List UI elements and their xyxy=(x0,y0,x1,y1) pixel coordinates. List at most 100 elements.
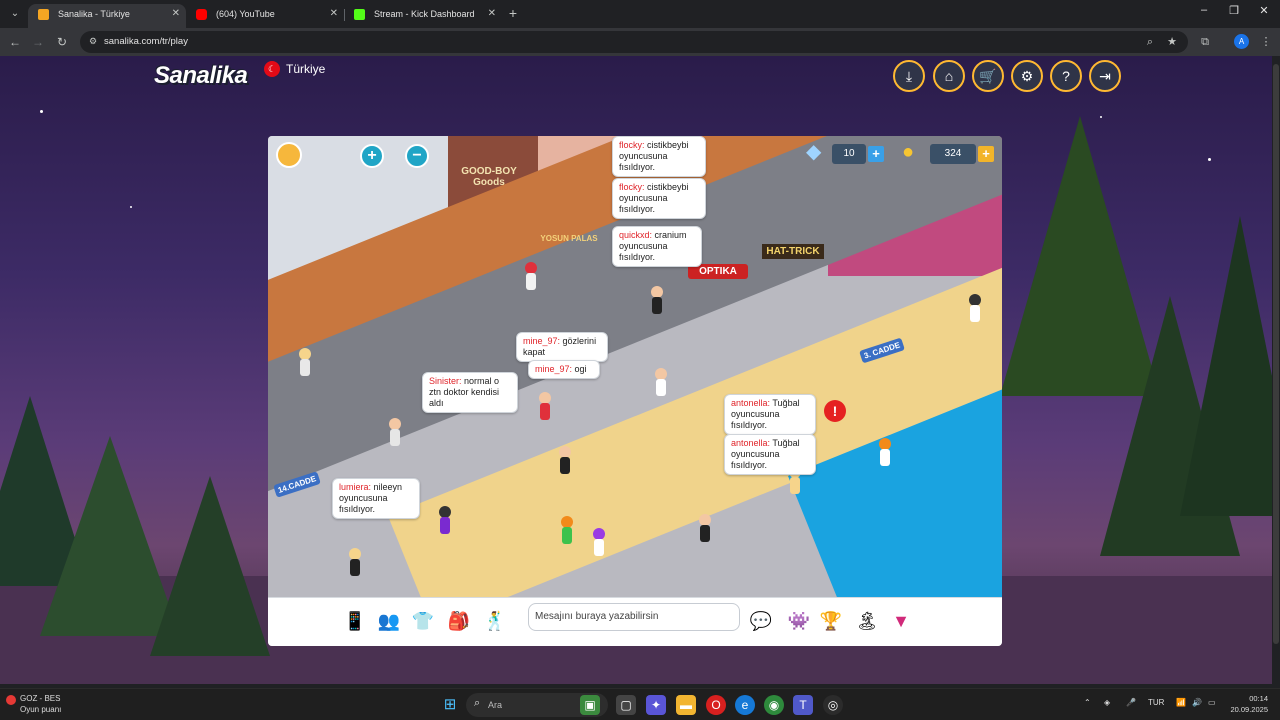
avatar[interactable] xyxy=(654,368,668,396)
minimize-icon[interactable]: – xyxy=(1194,4,1214,16)
player-avatar[interactable] xyxy=(276,142,302,168)
tab-title: Sanalika - Türkiye xyxy=(58,9,130,19)
avatar[interactable] xyxy=(438,506,452,534)
tray-app-icon[interactable]: ◈ xyxy=(1104,698,1110,707)
settings-button[interactable]: ⚙ xyxy=(1011,60,1043,92)
add-diamond-button[interactable]: + xyxy=(868,146,884,162)
star xyxy=(130,206,132,208)
reload-icon[interactable]: ↻ xyxy=(53,33,71,51)
friends-icon[interactable]: 👥 xyxy=(376,608,402,634)
edge-icon[interactable]: e xyxy=(735,695,755,715)
zoom-out-button[interactable]: − xyxy=(405,144,429,168)
scrollbar-thumb[interactable] xyxy=(1273,64,1279,644)
avatar[interactable] xyxy=(650,286,664,314)
download-button[interactable]: ⤓ xyxy=(893,60,925,92)
address-bar[interactable]: ⚙ sanalika.com/tr/play ⌕ ★ xyxy=(80,31,1188,53)
file-explorer-icon[interactable]: ▬ xyxy=(676,695,696,715)
microphone-icon[interactable]: 🎤 xyxy=(1126,698,1136,707)
chat-bubbles-icon[interactable]: 💬 xyxy=(748,608,774,634)
avatar[interactable] xyxy=(698,514,712,542)
maximize-icon[interactable]: ❐ xyxy=(1224,4,1244,17)
game-canvas[interactable]: GOOD-BOY Goods YOSUN PALAS OPTIKA HAT-TR… xyxy=(268,136,1002,646)
kick-favicon-icon xyxy=(354,9,365,20)
avatar[interactable] xyxy=(560,516,574,544)
avatar[interactable] xyxy=(348,548,362,576)
clock[interactable]: 00:14 20.09.2025 xyxy=(1226,693,1268,715)
back-icon[interactable]: ← xyxy=(6,33,24,51)
site-info-icon[interactable]: ⚙ xyxy=(86,34,100,48)
shop-button[interactable]: 🛒 xyxy=(972,60,1004,92)
wardrobe-icon[interactable]: 👕 xyxy=(410,608,436,634)
dance-icon[interactable]: 🕺 xyxy=(482,608,508,634)
search-icon: ⌕ xyxy=(474,697,481,709)
island-icon[interactable]: 🏝 xyxy=(854,608,880,634)
help-button[interactable]: ? xyxy=(1050,60,1082,92)
sanalika-logo[interactable]: Sanalika xyxy=(154,62,248,90)
task-view-icon[interactable]: ▢ xyxy=(616,695,636,715)
tab-kick[interactable]: Stream - Kick Dashboard ✕ xyxy=(344,4,502,28)
chat-bubble: flocky: cistikbeybi oyuncusuna fısıldıyo… xyxy=(612,178,706,219)
avatar[interactable] xyxy=(524,262,538,290)
obs-icon[interactable]: ◎ xyxy=(823,695,843,715)
volume-icon[interactable]: 🔊 xyxy=(1192,698,1202,707)
copilot-icon[interactable]: ✦ xyxy=(646,695,666,715)
chat-bubble: mine_97: ogi xyxy=(528,360,600,379)
profile-avatar[interactable]: A xyxy=(1234,34,1249,49)
avatar[interactable] xyxy=(388,418,402,446)
bookmark-star-icon[interactable]: ★ xyxy=(1165,34,1179,50)
zoom-in-button[interactable]: + xyxy=(360,144,384,168)
page-scrollbar[interactable] xyxy=(1272,56,1280,684)
tray-chevron-icon[interactable]: ⌃ xyxy=(1084,698,1091,707)
inventory-icon[interactable]: 🎒 xyxy=(446,608,472,634)
chat-input-placeholder: Mesajını buraya yazabilirsin xyxy=(535,611,659,622)
tab-search-icon[interactable]: ⌄ xyxy=(6,5,24,23)
windows-start-icon[interactable]: ⊞ xyxy=(440,695,460,715)
tab-youtube[interactable]: (604) YouTube ✕ xyxy=(186,4,344,28)
region-label[interactable]: Türkiye xyxy=(286,62,325,76)
input-language[interactable]: TUR xyxy=(1148,698,1164,707)
phone-icon[interactable]: 📱 xyxy=(342,608,368,634)
zoom-icon[interactable]: ⌕ xyxy=(1143,34,1157,50)
url-text[interactable]: sanalika.com/tr/play xyxy=(104,31,188,53)
teams-icon[interactable]: T xyxy=(793,695,813,715)
close-tab-icon[interactable]: ✕ xyxy=(330,4,338,24)
alert-icon[interactable]: ! xyxy=(824,400,846,422)
chrome-icon[interactable]: ◉ xyxy=(764,695,784,715)
close-window-icon[interactable]: ✕ xyxy=(1254,4,1274,17)
avatar[interactable] xyxy=(878,438,892,466)
avatar[interactable] xyxy=(298,348,312,376)
menu-icon[interactable]: ⋮ xyxy=(1259,34,1273,50)
coin-counter[interactable]: ● 324 + xyxy=(902,142,994,164)
tab-sanalika[interactable]: Sanalika - Türkiye ✕ xyxy=(28,4,186,28)
trophy-icon[interactable]: 🏆 xyxy=(818,608,844,634)
add-coin-button[interactable]: + xyxy=(978,146,994,162)
chat-bubble: lumiera: nileeyn oyuncusuna fısıldıyor. xyxy=(332,478,420,519)
avatar[interactable] xyxy=(558,446,572,474)
avatar[interactable] xyxy=(538,392,552,420)
menu-chevron-icon[interactable]: ▼ xyxy=(888,608,914,634)
widgets-icon[interactable]: ▣ xyxy=(580,695,600,715)
avatar[interactable] xyxy=(968,294,982,322)
clock-time: 00:14 xyxy=(1249,694,1268,703)
diamond-counter[interactable]: ◆ 10 + xyxy=(806,142,886,164)
extensions-icon[interactable]: ⧉ xyxy=(1198,34,1212,50)
close-tab-icon[interactable]: ✕ xyxy=(488,4,496,24)
chat-input[interactable]: Mesajını buraya yazabilirsin xyxy=(528,603,740,631)
avatar[interactable] xyxy=(592,528,606,556)
home-button[interactable]: ⌂ xyxy=(933,60,965,92)
pet-icon[interactable]: 👾 xyxy=(786,608,812,634)
battery-icon[interactable]: ▭ xyxy=(1208,698,1216,707)
search-placeholder: Ara xyxy=(488,700,503,710)
windows-taskbar: GOZ - BES Oyun puanı ⊞ ⌕ Ara ▣ ▢ ✦ ▬ O e… xyxy=(0,688,1280,720)
chat-name: mine_97: xyxy=(523,336,561,346)
weather-widget[interactable]: GOZ - BES Oyun puanı xyxy=(20,693,61,715)
chat-name: quickxd: xyxy=(619,230,653,240)
new-tab-button[interactable]: + xyxy=(505,4,521,22)
chat-bubble: Sinister: normal o ztn doktor kendisi al… xyxy=(422,372,518,413)
close-tab-icon[interactable]: ✕ xyxy=(172,4,180,24)
logout-button[interactable]: ⇥ xyxy=(1089,60,1121,92)
chat-text: ogi xyxy=(574,364,587,374)
opera-icon[interactable]: O xyxy=(706,695,726,715)
wifi-icon[interactable]: 📶 xyxy=(1176,698,1186,707)
forward-icon[interactable]: → xyxy=(29,33,47,51)
